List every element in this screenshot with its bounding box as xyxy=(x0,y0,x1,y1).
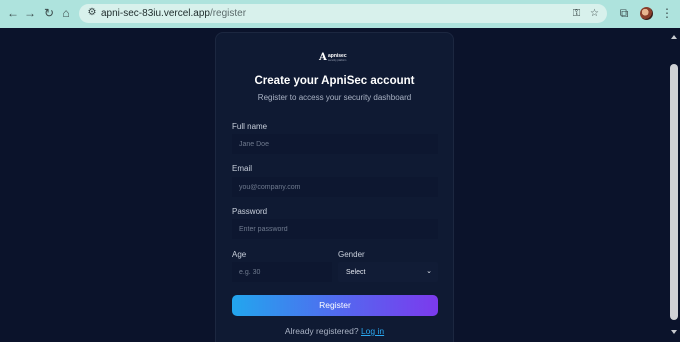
login-link[interactable]: Log in xyxy=(361,326,384,336)
login-prompt: Already registered? Log in xyxy=(215,326,454,337)
gender-label: Gender xyxy=(338,250,365,259)
browser-toolbar: ← → ↻ ⌂ ⚙ apni-sec-83iu.vercel.app/regis… xyxy=(0,0,680,28)
scroll-down-arrow-icon[interactable] xyxy=(671,330,677,334)
password-label: Password xyxy=(232,207,268,216)
password-key-icon[interactable]: ⚿ xyxy=(570,7,583,20)
page-title: Create your ApniSec account xyxy=(254,75,415,87)
site-info-icon[interactable]: ⚙ xyxy=(86,7,98,19)
email-label: Email xyxy=(232,164,253,173)
page-subtitle: Register to access your security dashboa… xyxy=(257,93,412,102)
apnisec-logo: A apnisec security platform xyxy=(319,52,349,64)
register-button[interactable]: Register xyxy=(232,295,438,316)
full-name-label: Full name xyxy=(232,122,268,131)
home-icon[interactable]: ⌂ xyxy=(59,6,73,20)
forward-icon[interactable]: → xyxy=(23,6,37,20)
email-input[interactable] xyxy=(232,177,438,197)
login-prompt-text: Already registered? xyxy=(284,326,359,336)
scrollbar-thumb[interactable] xyxy=(670,64,678,320)
profile-avatar[interactable] xyxy=(640,7,653,20)
gender-selected-value: Select xyxy=(346,269,366,276)
address-bar[interactable]: ⚙ apni-sec-83iu.vercel.app/register ⚿ ☆ xyxy=(79,4,607,23)
gender-select[interactable]: Select ⌄ xyxy=(338,262,438,282)
age-label: Age xyxy=(232,250,247,259)
scroll-up-arrow-icon[interactable] xyxy=(671,35,677,39)
age-input[interactable] xyxy=(232,262,332,282)
scrollbar[interactable] xyxy=(668,28,680,342)
full-name-input[interactable] xyxy=(232,134,438,154)
reload-icon[interactable]: ↻ xyxy=(42,6,56,20)
url-text[interactable]: apni-sec-83iu.vercel.app/register xyxy=(101,7,246,20)
chevron-down-icon: ⌄ xyxy=(426,268,432,275)
back-icon[interactable]: ← xyxy=(6,6,20,20)
logo-subtext: security platform xyxy=(328,59,347,62)
logo-mark: A xyxy=(319,52,327,63)
extensions-icon[interactable]: ⧉ xyxy=(617,6,631,20)
password-input[interactable] xyxy=(232,219,438,239)
bookmark-star-icon[interactable]: ☆ xyxy=(588,7,601,20)
menu-icon[interactable]: ⋮ xyxy=(660,6,674,20)
